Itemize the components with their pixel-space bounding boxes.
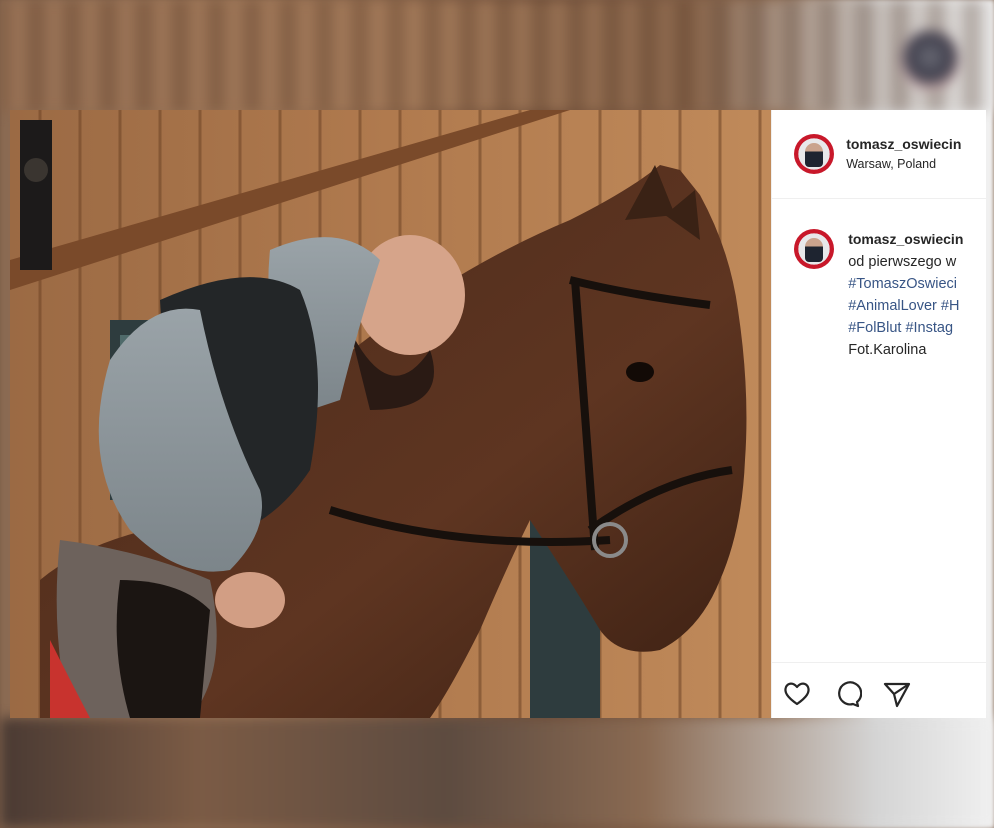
post-header: tomasz_oswiecin Warsaw, Poland [772, 110, 986, 199]
header-username[interactable]: tomasz_oswiecin [846, 136, 961, 152]
blurred-avatar [900, 30, 960, 90]
caption-credit-line: Fot.Karolina [848, 342, 927, 358]
caption-text-line: od pierwszego w [848, 254, 957, 270]
hashtag-link[interactable]: #FolBlut #Instag [848, 320, 953, 336]
comment-icon[interactable] [832, 679, 863, 709]
post-photo[interactable] [10, 110, 772, 718]
post-actions-bar [772, 662, 986, 718]
post-photo-image [10, 110, 772, 718]
hashtag-link[interactable]: #TomaszOswieci [848, 276, 957, 292]
caption-avatar[interactable] [794, 229, 835, 269]
post-caption: tomasz_oswiecin od pierwszego w #TomaszO… [772, 199, 986, 639]
hashtag-link[interactable]: #AnimalLover #H [848, 298, 959, 314]
location-link[interactable]: Warsaw, Poland [846, 157, 936, 171]
caption-username[interactable]: tomasz_oswiecin [848, 231, 963, 247]
heart-icon[interactable] [782, 679, 812, 709]
paper-plane-icon[interactable] [882, 679, 912, 709]
blurred-background-bottom [0, 718, 994, 828]
profile-avatar[interactable] [794, 134, 835, 174]
instagram-post: tomasz_oswiecin Warsaw, Poland tomasz_os… [10, 110, 986, 718]
blurred-background-top [0, 0, 994, 112]
post-sidebar: tomasz_oswiecin Warsaw, Poland tomasz_os… [771, 110, 986, 718]
